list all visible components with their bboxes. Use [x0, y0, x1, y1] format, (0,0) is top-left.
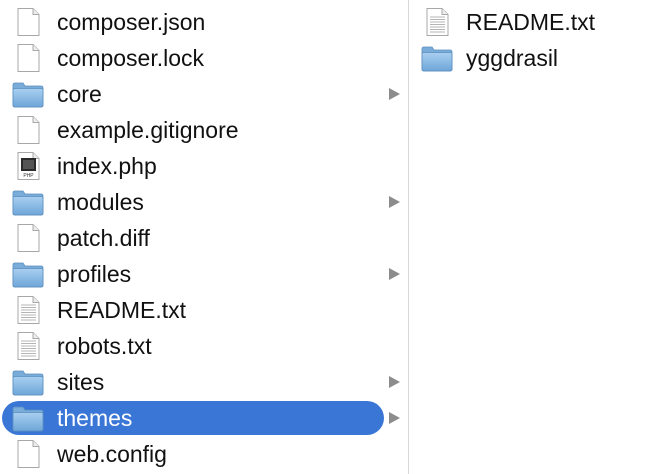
list-item-sites[interactable]: sites	[0, 364, 408, 400]
list-item-example-gitignore[interactable]: example.gitignore	[0, 112, 408, 148]
list-item-core[interactable]: core	[0, 76, 408, 112]
list-item-web-config[interactable]: web.config	[0, 436, 408, 472]
list-item-readme-txt[interactable]: README.txt	[409, 4, 653, 40]
document-icon	[12, 116, 44, 144]
item-label: core	[57, 81, 102, 107]
folder-icon	[12, 260, 44, 288]
list-item-patch-diff[interactable]: patch.diff	[0, 220, 408, 256]
folder-icon	[12, 188, 44, 216]
text-document-icon	[12, 296, 44, 324]
disclosure-arrow-icon[interactable]	[389, 412, 400, 424]
list-item-themes[interactable]: themes	[0, 400, 408, 436]
list-item-modules[interactable]: modules	[0, 184, 408, 220]
item-label: composer.json	[57, 9, 206, 35]
list-item-index-php[interactable]: PHP index.php	[0, 148, 408, 184]
folder-icon	[12, 80, 44, 108]
list-item-readme-txt[interactable]: README.txt	[0, 292, 408, 328]
item-label: themes	[57, 405, 133, 431]
list-item-composer-lock[interactable]: composer.lock	[0, 40, 408, 76]
disclosure-arrow-icon[interactable]	[389, 196, 400, 208]
folder-icon	[12, 404, 44, 432]
item-label: modules	[57, 189, 144, 215]
list-item-composer-json[interactable]: composer.json	[0, 4, 408, 40]
item-label: README.txt	[466, 9, 596, 35]
document-icon	[12, 44, 44, 72]
item-label: README.txt	[57, 297, 187, 323]
php-file-icon: PHP	[12, 152, 44, 180]
folder-icon	[12, 368, 44, 396]
list-item-yggdrasil[interactable]: yggdrasil	[409, 40, 653, 76]
disclosure-arrow-icon[interactable]	[389, 88, 400, 100]
folder-icon	[421, 44, 453, 72]
document-icon	[12, 224, 44, 252]
text-document-icon	[421, 8, 453, 36]
item-label: patch.diff	[57, 225, 150, 251]
disclosure-arrow-icon[interactable]	[389, 268, 400, 280]
item-label: index.php	[57, 153, 157, 179]
disclosure-arrow-icon[interactable]	[389, 376, 400, 388]
item-label: profiles	[57, 261, 132, 287]
list-item-profiles[interactable]: profiles	[0, 256, 408, 292]
item-label: robots.txt	[57, 333, 152, 359]
text-document-icon	[12, 332, 44, 360]
finder-column-browser: composer.json composer.lock core example…	[0, 0, 653, 474]
column-root[interactable]: composer.json composer.lock core example…	[0, 0, 408, 474]
item-label: web.config	[57, 441, 167, 467]
list-item-robots-txt[interactable]: robots.txt	[0, 328, 408, 364]
column-themes[interactable]: README.txt yggdrasil	[409, 0, 653, 474]
svg-text:PHP: PHP	[23, 173, 34, 179]
item-label: yggdrasil	[466, 45, 559, 71]
document-icon	[12, 8, 44, 36]
document-icon	[12, 440, 44, 468]
item-label: composer.lock	[57, 45, 205, 71]
item-label: sites	[57, 369, 105, 395]
item-label: example.gitignore	[57, 117, 239, 143]
